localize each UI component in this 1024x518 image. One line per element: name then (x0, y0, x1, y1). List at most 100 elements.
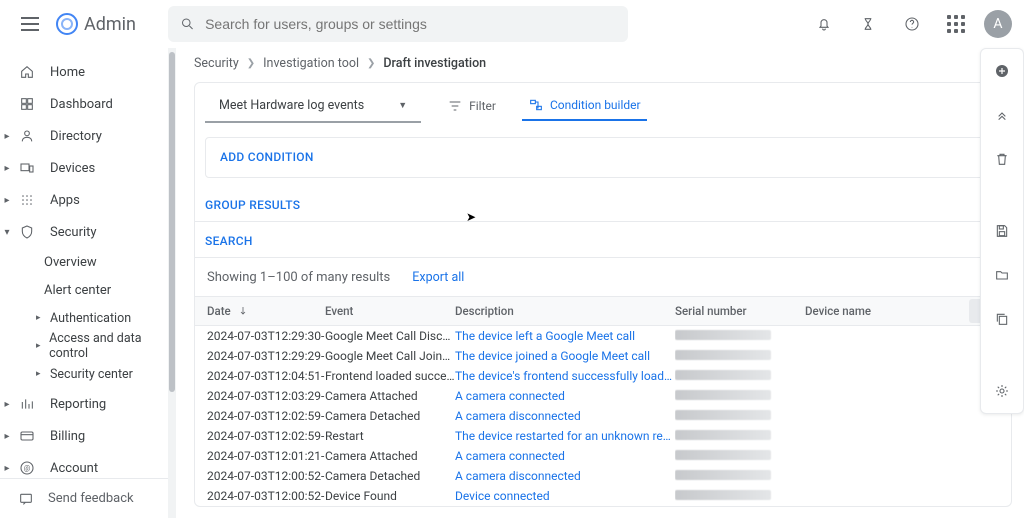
crumb-current: Draft investigation (383, 56, 486, 71)
col-event[interactable]: Event (325, 304, 455, 318)
security-icon (18, 224, 36, 240)
cell-description[interactable]: A camera disconnected (455, 409, 675, 423)
cell-description[interactable]: A camera disconnected (455, 469, 675, 483)
cell-description[interactable]: A camera connected (455, 389, 675, 403)
delete-button[interactable] (988, 145, 1016, 173)
main-menu-button[interactable] (12, 6, 48, 42)
collapse-button[interactable] (988, 101, 1016, 129)
top-bar: Admin A (0, 0, 1024, 48)
col-date[interactable]: Date (195, 304, 325, 318)
condition-icon (528, 97, 544, 113)
sort-down-icon (237, 305, 249, 317)
cell-description[interactable]: The device joined a Google Meet call (455, 349, 675, 363)
tab-condition-builder[interactable]: Condition builder (522, 91, 647, 121)
cell-description[interactable]: A camera connected (455, 449, 675, 463)
cell-date: 2024-07-03T12:00:52-04:00 (195, 469, 325, 483)
investigation-panel: Meet Hardware log events ▼ Filter Condit… (194, 82, 1012, 507)
send-feedback[interactable]: Send feedback (0, 478, 168, 518)
sidebar-item-billing[interactable]: ▸Billing (0, 420, 168, 452)
hourglass-icon (860, 16, 876, 32)
sidebar-item-label: Security (50, 225, 97, 240)
sidebar-item-dashboard[interactable]: Dashboard (0, 88, 168, 120)
table-row[interactable]: 2024-07-03T12:01:21-04:00Camera Attached… (195, 446, 1011, 466)
sidebar-subitem-access-and-data-control[interactable]: ▸Access and data control (0, 332, 168, 360)
copy-button[interactable] (988, 305, 1016, 333)
account-avatar[interactable]: A (984, 10, 1012, 38)
cell-event: Camera Attached (325, 449, 455, 463)
table-row[interactable]: 2024-07-03T12:04:51-04:00Frontend loaded… (195, 366, 1011, 386)
right-toolbar (980, 48, 1024, 414)
cell-serial (675, 409, 805, 423)
feedback-icon (18, 491, 34, 507)
sidebar-subitem-alert-center[interactable]: Alert center (0, 276, 168, 304)
cell-description[interactable]: The device restarted for an unknown reas… (455, 429, 675, 443)
add-button[interactable] (988, 57, 1016, 85)
col-description[interactable]: Description (455, 304, 675, 318)
data-source-label: Meet Hardware log events (219, 98, 364, 113)
table-row[interactable]: 2024-07-03T12:02:59-04:00Camera Detached… (195, 406, 1011, 426)
product-name: Admin (84, 14, 136, 35)
save-icon (994, 223, 1010, 239)
apps-grid-icon (947, 15, 965, 33)
col-device[interactable]: Device name (805, 304, 969, 318)
help-button[interactable] (896, 8, 928, 40)
breadcrumb: Security ❯ Investigation tool ❯ Draft in… (194, 48, 1012, 78)
cell-serial (675, 329, 805, 343)
cell-event: Frontend loaded successfully (325, 369, 455, 383)
table-row[interactable]: 2024-07-03T12:00:52-04:00Camera Detached… (195, 466, 1011, 486)
sidebar-item-reporting[interactable]: ▸Reporting (0, 388, 168, 420)
tab-filter[interactable]: Filter (441, 94, 502, 118)
directory-icon (18, 128, 36, 144)
cell-date: 2024-07-03T12:29:29-04:00 (195, 349, 325, 363)
product-logo[interactable]: Admin (56, 13, 136, 35)
sidebar-item-label: Dashboard (50, 97, 113, 112)
sidebar-item-label: Reporting (50, 397, 106, 412)
cell-date: 2024-07-03T12:00:52-04:00 (195, 489, 325, 503)
crumb-security[interactable]: Security (194, 56, 239, 71)
chevron-right-icon: ❯ (367, 58, 375, 69)
sidebar-item-account[interactable]: ▸@Account (0, 452, 168, 478)
sidebar-subitem-overview[interactable]: Overview (0, 248, 168, 276)
save-button[interactable] (988, 217, 1016, 245)
search-input[interactable] (205, 16, 616, 32)
table-row[interactable]: 2024-07-03T12:29:30-04:00Google Meet Cal… (195, 326, 1011, 346)
sidebar-item-security[interactable]: ▾Security (0, 216, 168, 248)
col-serial[interactable]: Serial number (675, 304, 805, 318)
devices-icon (18, 160, 36, 176)
apps-button[interactable] (940, 8, 972, 40)
table-row[interactable]: 2024-07-03T12:00:52-04:00Device FoundDev… (195, 486, 1011, 506)
sidebar-item-directory[interactable]: ▸Directory (0, 120, 168, 152)
search-bar[interactable] (168, 6, 628, 42)
export-all-link[interactable]: Export all (412, 270, 464, 285)
cell-event: Camera Detached (325, 469, 455, 483)
cell-date: 2024-07-03T12:02:59-04:00 (195, 409, 325, 423)
settings-button[interactable] (988, 377, 1016, 405)
caret-icon: ▸ (2, 195, 12, 206)
notifications-button[interactable] (808, 8, 840, 40)
cell-serial (675, 389, 805, 403)
data-source-dropdown[interactable]: Meet Hardware log events ▼ (205, 89, 421, 123)
cell-description[interactable]: Device connected (455, 489, 675, 503)
sidebar-subitem-security-center[interactable]: ▸Security center (0, 360, 168, 388)
sidebar-item-apps[interactable]: ▸Apps (0, 184, 168, 216)
table-row[interactable]: 2024-07-03T12:29:29-04:00Google Meet Cal… (195, 346, 1011, 366)
table-row[interactable]: 2024-07-03T12:03:29-04:00Camera Attached… (195, 386, 1011, 406)
group-results-link[interactable]: GROUP RESULTS (205, 198, 300, 212)
cell-description[interactable]: The device left a Google Meet call (455, 329, 675, 343)
cell-description[interactable]: The device's frontend successfully loade… (455, 369, 675, 383)
sidebar-scrollbar[interactable] (168, 48, 176, 518)
table-row[interactable]: 2024-07-03T12:02:59-04:00RestartThe devi… (195, 426, 1011, 446)
caret-icon: ▸ (2, 463, 12, 474)
help-icon (904, 16, 920, 32)
crumb-investigation-tool[interactable]: Investigation tool (263, 56, 359, 71)
chevron-down-icon: ▼ (398, 100, 407, 111)
search-icon (180, 16, 195, 32)
add-condition-link[interactable]: ADD CONDITION (220, 150, 314, 164)
folder-button[interactable] (988, 261, 1016, 289)
sidebar-subitem-authentication[interactable]: ▸Authentication (0, 304, 168, 332)
dashboard-icon (18, 96, 36, 112)
tasks-button[interactable] (852, 8, 884, 40)
sidebar-item-devices[interactable]: ▸Devices (0, 152, 168, 184)
search-link[interactable]: SEARCH (205, 234, 253, 248)
sidebar-item-home[interactable]: Home (0, 56, 168, 88)
